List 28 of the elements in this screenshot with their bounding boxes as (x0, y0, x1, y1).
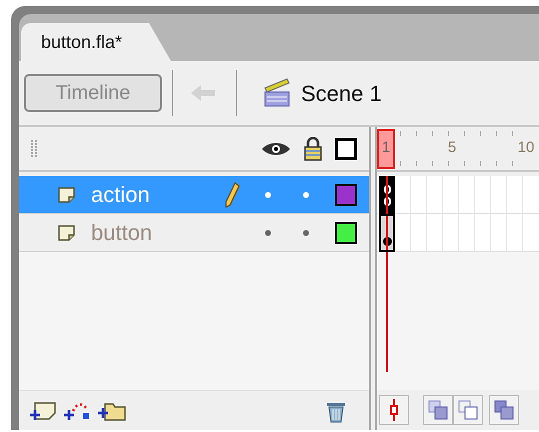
layer-color-swatch[interactable] (335, 184, 357, 206)
keyframe[interactable] (379, 214, 395, 252)
layer-name: action (91, 181, 150, 209)
frame-number: 10 (517, 138, 535, 158)
onion-skin-button[interactable] (423, 395, 453, 425)
onion-outline-button[interactable] (453, 395, 483, 425)
center-frame-button[interactable] (379, 395, 409, 425)
frame-number: 5 (446, 138, 458, 158)
playhead-marker-icon (390, 399, 398, 421)
document-tab[interactable]: button.fla* (21, 23, 171, 61)
layer-color-swatch[interactable] (335, 222, 357, 244)
filled-squares-icon (494, 400, 514, 420)
action-keyframe[interactable] (379, 176, 395, 214)
layer-icon (57, 186, 77, 204)
timeline-button[interactable]: Timeline (24, 74, 162, 112)
eye-icon[interactable] (261, 140, 291, 156)
drag-handle-icon[interactable] (31, 138, 37, 158)
clapperboard-icon (263, 78, 291, 108)
outlined-squares-icon (458, 400, 478, 420)
outline-icon[interactable] (335, 138, 357, 160)
layer-row[interactable]: action (19, 176, 369, 214)
lock-icon[interactable] (303, 136, 323, 160)
frame-number: 1 (377, 128, 395, 168)
edit-multiple-frames-button[interactable] (489, 395, 519, 425)
layer-icon (57, 224, 77, 242)
overlapping-squares-icon (428, 400, 448, 420)
layer-name: button (91, 219, 152, 247)
scene-label: Scene 1 (301, 80, 382, 108)
